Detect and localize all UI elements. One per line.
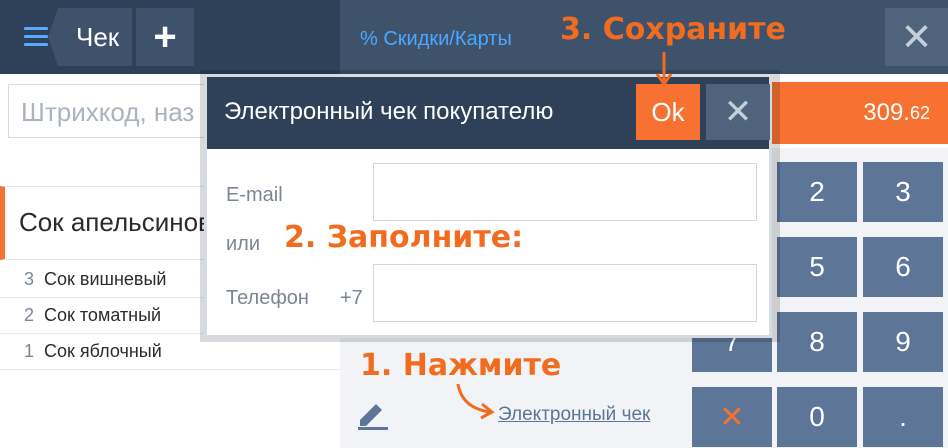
key-clear[interactable]: ✕: [692, 387, 772, 447]
discounts-cards-button[interactable]: % Скидки/Карты: [360, 28, 512, 51]
arrow-icon: [655, 52, 673, 87]
key-5[interactable]: 5: [777, 237, 857, 297]
email-field[interactable]: [373, 163, 757, 221]
ok-button[interactable]: Ok: [636, 84, 700, 140]
phone-field[interactable]: [373, 264, 757, 322]
add-cheque-button[interactable]: +: [136, 8, 194, 66]
key-2[interactable]: 2: [777, 162, 857, 222]
item-number: 1: [23, 341, 34, 361]
ereceipt-link[interactable]: Электронный чек: [498, 404, 650, 426]
item-name: Сок яблочный: [44, 341, 162, 361]
key-9[interactable]: 9: [863, 312, 943, 372]
dialog-title: Электронный чек покупателю: [224, 98, 554, 125]
or-label: или: [226, 233, 261, 255]
annotation-step3: 3. Сохраните: [560, 12, 786, 47]
dialog-close-button[interactable]: ✕: [706, 84, 770, 140]
close-button[interactable]: ✕: [885, 8, 948, 66]
key-0[interactable]: 0: [777, 387, 857, 447]
arrow-icon: [456, 383, 495, 420]
annotation-step1: 1. Нажмите: [360, 348, 562, 383]
item-name: Сок томатный: [44, 305, 162, 325]
menu-icon[interactable]: [24, 27, 48, 47]
phone-prefix: +7: [340, 287, 363, 309]
item-name: Сок вишневый: [44, 269, 167, 289]
total-main: 309.: [863, 99, 910, 126]
email-label: E-mail: [226, 184, 283, 206]
pen-icon[interactable]: [356, 398, 390, 430]
item-number: 2: [23, 305, 34, 325]
total-amount[interactable]: 309. 62: [770, 82, 948, 144]
annotation-step2: 2. Заполните:: [284, 220, 524, 255]
total-cents: 62: [909, 102, 930, 123]
item-number: 3: [23, 269, 34, 289]
key-3[interactable]: 3: [863, 162, 943, 222]
key-6[interactable]: 6: [863, 237, 943, 297]
key-8[interactable]: 8: [777, 312, 857, 372]
key-dot[interactable]: .: [863, 387, 943, 447]
tab-cheque[interactable]: Чек: [48, 8, 132, 66]
phone-label: Телефон: [226, 287, 309, 309]
